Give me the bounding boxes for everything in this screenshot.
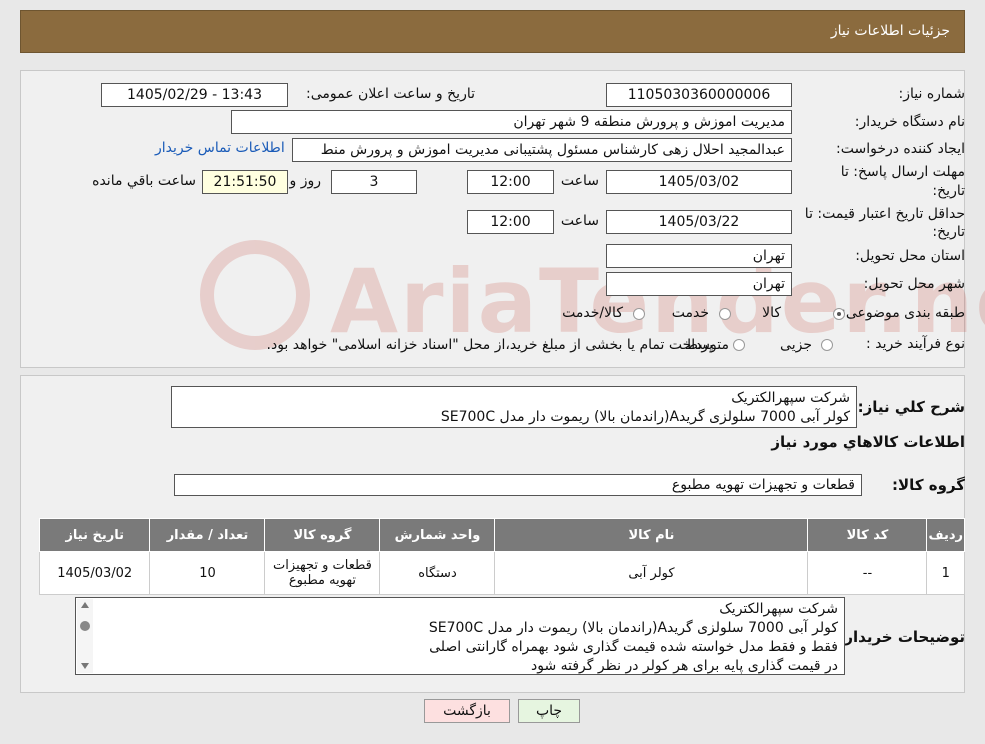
announce-field: 1405/02/29 - 13:43 (101, 83, 288, 107)
summary-label: شرح کلي نياز: (857, 398, 965, 416)
cell-name: کولر آبی (494, 551, 809, 595)
process-radio-medium[interactable] (733, 339, 745, 351)
need-number-label: شماره نیاز: (898, 86, 966, 102)
creator-field: عبدالمجید احلال زهی کارشناس مسئول پشتیبا… (292, 138, 792, 162)
cell-date: 1405/03/02 (38, 551, 151, 595)
cell-code: -- (807, 551, 928, 595)
need-number-field: 1105030360000006 (606, 83, 792, 107)
goods-group-label: گروه کالا: (892, 476, 965, 494)
table-header-row: رديف کد کالا نام کالا واحد شمارش گروه کا… (38, 518, 965, 552)
remaining-label: ساعت باقي مانده (92, 173, 196, 189)
page-header: جزئیات اطلاعات نیاز (20, 10, 965, 53)
province-field: تهران (606, 244, 792, 268)
city-label: شهر محل تحویل: (863, 276, 965, 292)
goods-table: رديف کد کالا نام کالا واحد شمارش گروه کا… (38, 518, 965, 595)
buyer-notes-line-2: کولر آبی 7000 سلولزی گریدA(راندمان بالا)… (428, 620, 838, 636)
col-group: گروه کالا (264, 518, 381, 552)
buyer-notes-line-1: شرکت سپهرالکتریک (719, 601, 838, 617)
category-label: طبقه بندی موضوعی: (841, 305, 965, 321)
buyer-org-field: مدیریت اموزش و پرورش منطقه 9 شهر تهران (231, 110, 792, 134)
deadline-date-field: 1405/03/02 (606, 170, 792, 194)
deadline-time-label: ساعت (560, 173, 599, 189)
deadline-label-2: تاریخ: (932, 183, 965, 199)
cell-group: قطعات و تجهیزات تهویه مطبوع (264, 551, 381, 595)
col-unit: واحد شمارش (379, 518, 496, 552)
process-label: نوع فرآیند خرید : (866, 336, 965, 352)
back-button[interactable]: بازگشت (424, 699, 510, 723)
notes-scrollbar[interactable] (77, 599, 93, 673)
goods-group-field: قطعات و تجهیزات تهویه مطبوع (174, 474, 862, 496)
province-label: استان محل تحویل: (855, 248, 965, 264)
cell-qty: 10 (149, 551, 266, 595)
category-option-goods-service: کالا/خدمت (562, 305, 623, 321)
remaining-time-field: 21:51:50 (202, 170, 288, 194)
buyer-notes-line-4: در قیمت گذاری پایه برای هر کولر در نظر گ… (530, 658, 838, 674)
col-date: تاریخ نیاز (38, 518, 151, 552)
city-field: تهران (606, 272, 792, 296)
col-code: کد کالا (807, 518, 928, 552)
buyer-notes-line-3: فقط و فقط مدل خواسته شده قیمت گذاری شود … (429, 639, 838, 655)
announce-label: تاریخ و ساعت اعلان عمومی: (306, 86, 475, 102)
process-option-minor: جزیی (780, 337, 812, 353)
validity-label-1: حداقل تاریخ اعتبار قیمت: تا (804, 206, 965, 222)
deadline-time-field: 12:00 (467, 170, 554, 194)
buyer-org-label: نام دستگاه خریدار: (854, 114, 965, 130)
summary-line-1: شرکت سپهرالکتریک (731, 390, 850, 406)
cell-row: 1 (926, 551, 965, 595)
validity-time-label: ساعت (560, 213, 599, 229)
buyer-notes-label: توضیحات خریدار: (838, 628, 965, 646)
cell-unit: دستگاه (379, 551, 496, 595)
col-row: رديف (926, 518, 965, 552)
process-radio-minor[interactable] (821, 339, 833, 351)
category-option-service: خدمت (671, 305, 709, 321)
summary-textarea: شرکت سپهرالکتریک کولر آبی 7000 سلولزی گر… (171, 386, 857, 428)
summary-line-2: کولر آبی 7000 سلولزی گریدA(راندمان بالا)… (440, 409, 850, 425)
validity-label-2: تاریخ: (932, 224, 965, 240)
goods-info-title: اطلاعات کالاهاي مورد نياز (771, 433, 965, 451)
validity-time-field: 12:00 (467, 210, 554, 234)
contact-link[interactable]: اطلاعات تماس خریدار (155, 140, 285, 156)
table-row: 1 -- کولر آبی دستگاه قطعات و تجهیزات تهو… (38, 551, 965, 595)
validity-date-field: 1405/03/22 (606, 210, 792, 234)
category-radio-goods-service[interactable] (633, 308, 645, 320)
watermark-logo-icon (200, 240, 310, 350)
print-button[interactable]: چاپ (518, 699, 580, 723)
creator-label: ایجاد کننده درخواست: (836, 141, 965, 157)
page-title: جزئیات اطلاعات نیاز (830, 23, 950, 39)
days-label: روز و (289, 173, 322, 189)
col-name: نام کالا (494, 518, 809, 552)
category-option-goods: کالا (762, 305, 781, 321)
days-field: 3 (331, 170, 417, 194)
scroll-down-icon[interactable] (81, 663, 89, 669)
process-note: پرداخت تمام یا بخشی از مبلغ خرید،از محل … (266, 337, 713, 353)
category-radio-service[interactable] (719, 308, 731, 320)
category-radio-goods[interactable] (833, 308, 845, 320)
scroll-thumb[interactable] (80, 621, 90, 631)
deadline-label-1: مهلت ارسال پاسخ: تا (840, 164, 965, 180)
col-qty: تعداد / مقدار (149, 518, 266, 552)
buyer-notes-textarea: شرکت سپهرالکتریک کولر آبی 7000 سلولزی گر… (75, 597, 845, 675)
scroll-up-icon[interactable] (81, 602, 89, 608)
